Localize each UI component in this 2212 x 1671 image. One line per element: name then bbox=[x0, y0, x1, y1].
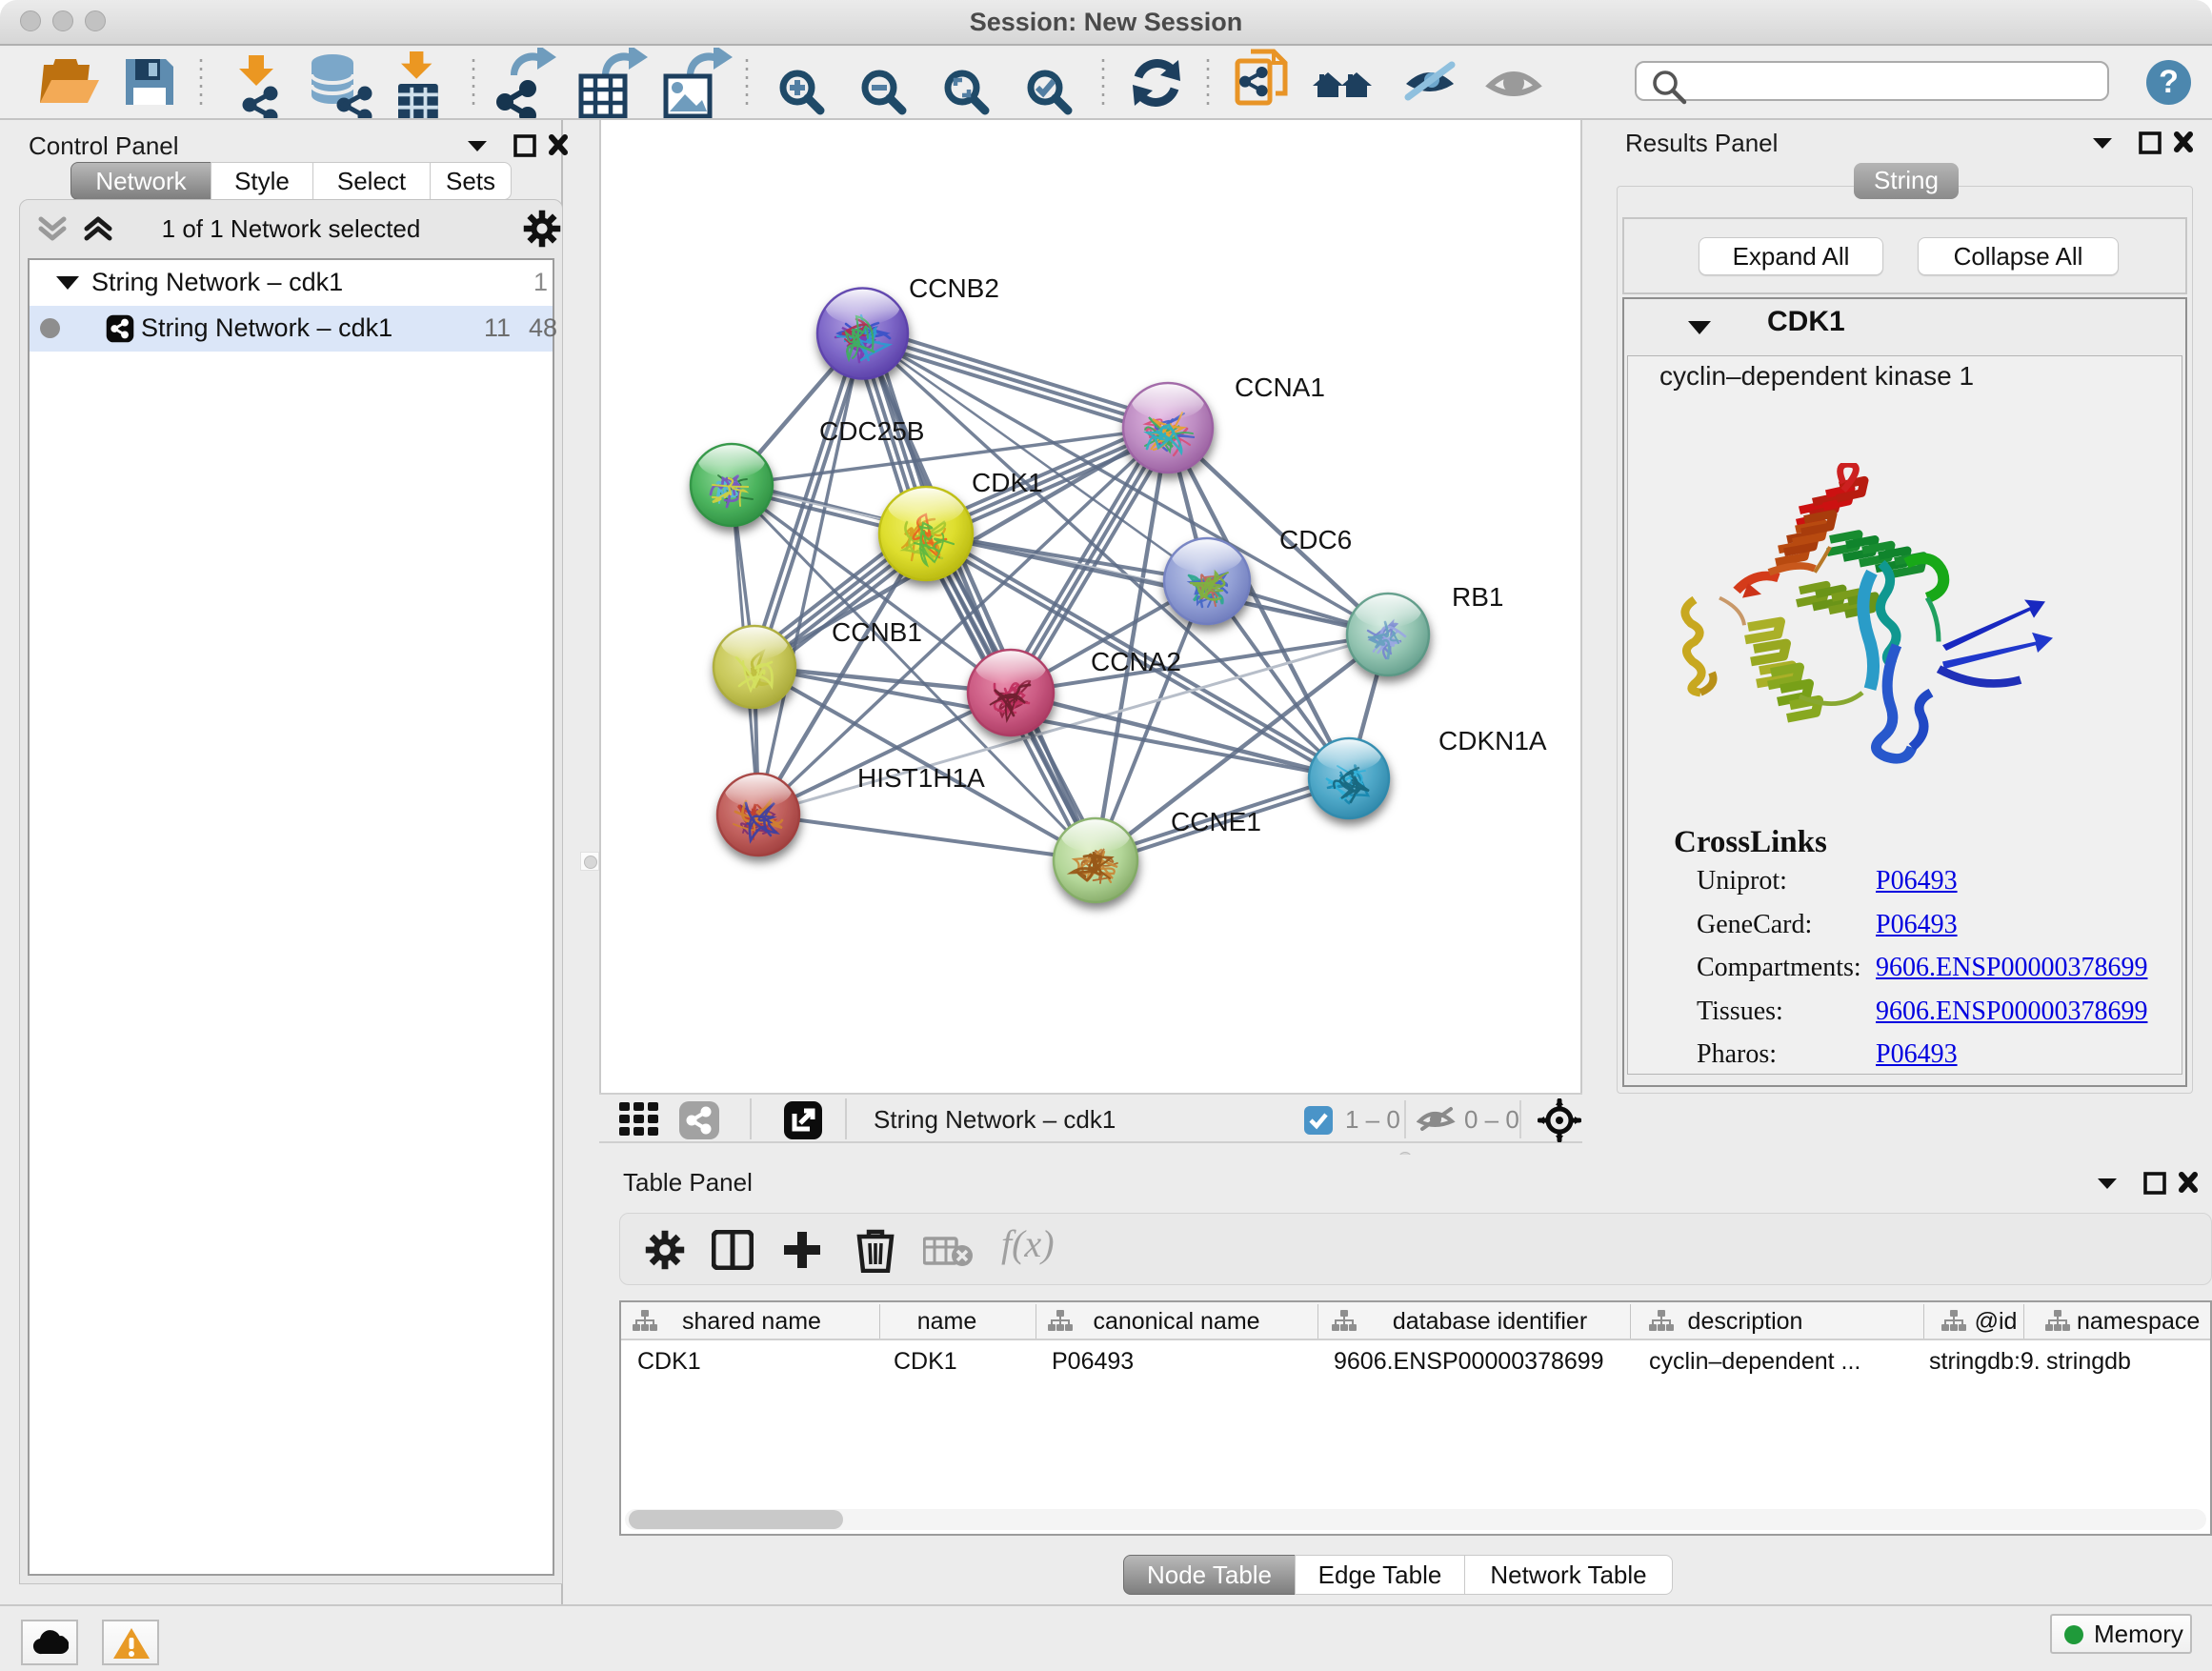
svg-text:HIST1H1A: HIST1H1A bbox=[857, 763, 985, 793]
svg-text:RB1: RB1 bbox=[1452, 582, 1503, 612]
svg-text:CCNE1: CCNE1 bbox=[1171, 807, 1261, 836]
svg-text:CDC25B: CDC25B bbox=[819, 416, 924, 446]
svg-text:CDC6: CDC6 bbox=[1279, 525, 1352, 554]
svg-text:CCNA2: CCNA2 bbox=[1091, 647, 1181, 676]
svg-text:CDKN1A: CDKN1A bbox=[1438, 726, 1547, 755]
svg-text:CCNA1: CCNA1 bbox=[1235, 372, 1325, 402]
svg-text:CCNB1: CCNB1 bbox=[832, 617, 922, 647]
svg-text:CDK1: CDK1 bbox=[972, 468, 1043, 497]
svg-text:CCNB2: CCNB2 bbox=[909, 273, 999, 303]
